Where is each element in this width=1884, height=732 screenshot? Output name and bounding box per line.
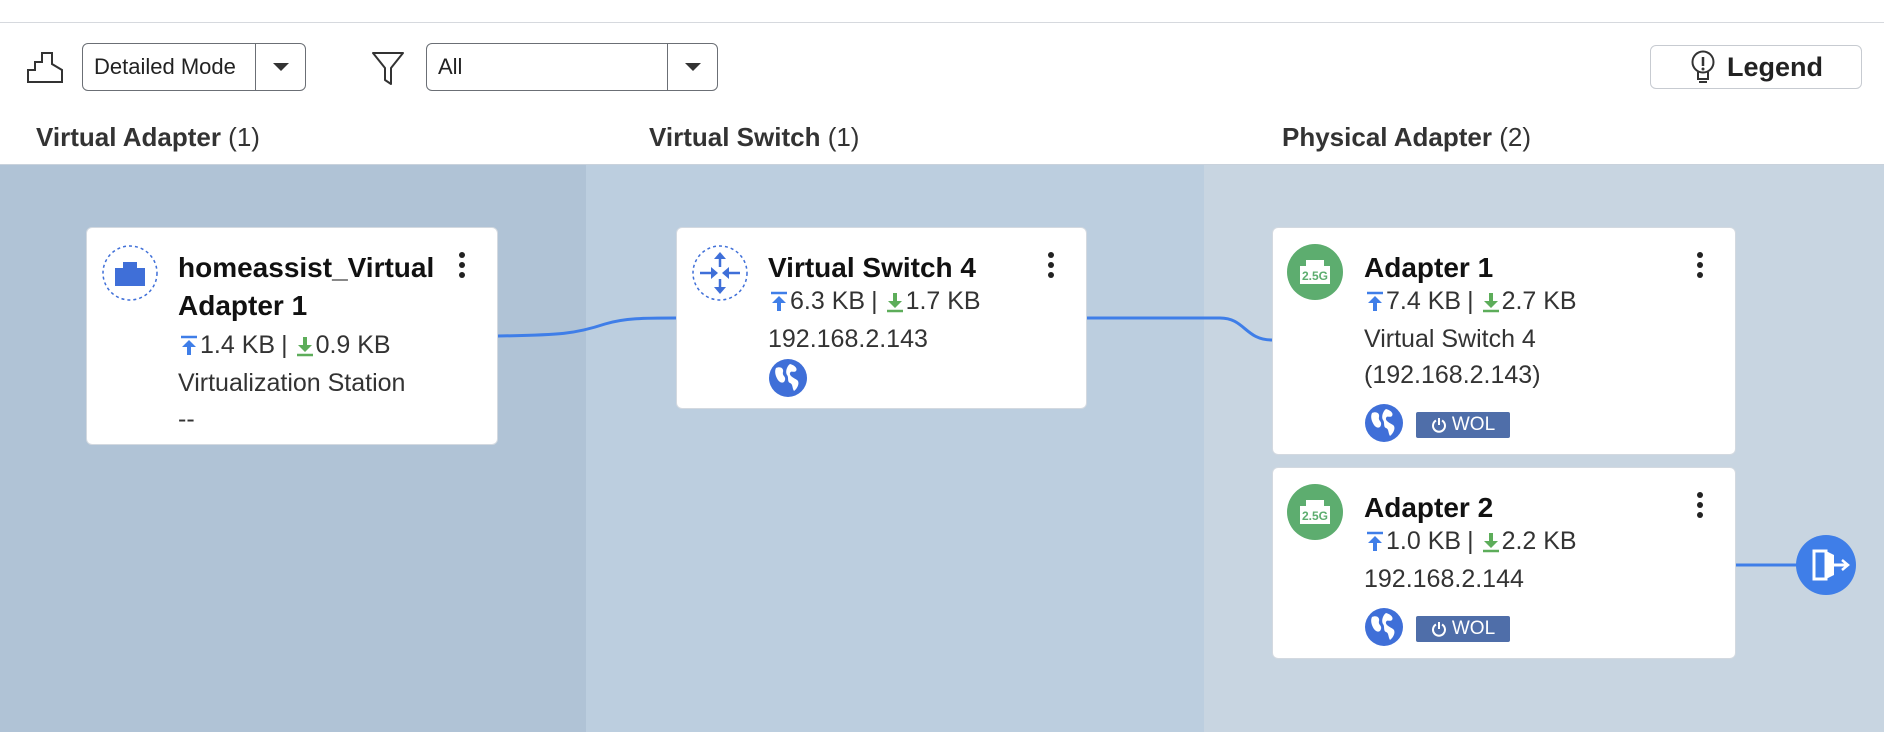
download-value: 1.7 KB xyxy=(905,287,981,315)
power-icon xyxy=(1431,621,1447,637)
globe-icon[interactable] xyxy=(768,358,808,398)
power-icon xyxy=(1431,417,1447,433)
ip-address: -- xyxy=(178,405,195,433)
wol-button[interactable]: WOL xyxy=(1416,616,1510,642)
download-value: 2.2 KB xyxy=(1501,527,1577,555)
download-arrow-icon xyxy=(294,335,316,357)
wol-button[interactable]: WOL xyxy=(1416,412,1510,438)
upload-value: 1.4 KB xyxy=(200,331,276,359)
traffic-stats: 7.4 KB | 2.7 KB xyxy=(1364,287,1577,316)
card-title: homeassist_Virtual Adapter 1 xyxy=(178,249,434,325)
card-title-line2: Adapter 1 xyxy=(178,290,308,321)
svg-text:2.5G: 2.5G xyxy=(1302,509,1328,523)
card-title: Virtual Switch 4 xyxy=(768,252,976,283)
wol-label: WOL xyxy=(1451,618,1496,639)
host-name: Virtualization Station xyxy=(178,369,406,397)
external-port-icon[interactable] xyxy=(1796,535,1856,595)
traffic-stats: 6.3 KB | 1.7 KB xyxy=(768,287,981,316)
separator: | xyxy=(281,331,288,359)
ethernet-port-icon: 2.5G xyxy=(1287,244,1343,300)
upload-value: 1.0 KB xyxy=(1386,527,1462,555)
wol-label: WOL xyxy=(1451,414,1496,435)
ip-address: 192.168.2.143 xyxy=(768,325,928,353)
card-title: Adapter 1 xyxy=(1364,252,1494,283)
separator: | xyxy=(871,287,878,315)
download-value: 2.7 KB xyxy=(1501,287,1577,315)
link-adapter-to-switch xyxy=(497,316,677,338)
upload-arrow-icon xyxy=(1364,291,1386,313)
more-vertical-icon[interactable] xyxy=(1046,252,1056,282)
upload-arrow-icon xyxy=(768,291,790,313)
download-arrow-icon xyxy=(1480,291,1502,313)
download-value: 0.9 KB xyxy=(315,331,391,359)
upload-arrow-icon xyxy=(178,335,200,357)
virtual-switch-card[interactable]: Virtual Switch 4 6.3 KB | 1.7 KB 192.168… xyxy=(676,227,1087,409)
upload-value: 6.3 KB xyxy=(790,287,866,315)
virtual-adapter-card[interactable]: homeassist_Virtual Adapter 1 1.4 KB | 0.… xyxy=(86,227,498,445)
globe-icon[interactable] xyxy=(1364,607,1404,647)
card-title: Adapter 2 xyxy=(1364,492,1494,523)
download-arrow-icon xyxy=(884,291,906,313)
card-title-line1: homeassist_Virtual xyxy=(178,252,435,283)
ethernet-port-icon: 2.5G xyxy=(1287,484,1343,540)
link-switch-to-adapter1 xyxy=(1087,316,1273,342)
traffic-stats: 1.4 KB | 0.9 KB xyxy=(178,331,391,360)
connected-switch-ip: (192.168.2.143) xyxy=(1364,361,1541,389)
connected-switch: Virtual Switch 4 xyxy=(1364,325,1536,353)
download-arrow-icon xyxy=(1480,531,1502,553)
separator: | xyxy=(1467,287,1474,315)
svg-text:2.5G: 2.5G xyxy=(1302,269,1328,283)
upload-value: 7.4 KB xyxy=(1386,287,1462,315)
virtual-switch-icon xyxy=(691,244,749,302)
more-vertical-icon[interactable] xyxy=(457,252,467,282)
separator: | xyxy=(1467,527,1474,555)
virtual-adapter-icon xyxy=(101,244,159,302)
ip-address: 192.168.2.144 xyxy=(1364,565,1524,593)
more-vertical-icon[interactable] xyxy=(1695,252,1705,282)
more-vertical-icon[interactable] xyxy=(1695,492,1705,522)
upload-arrow-icon xyxy=(1364,531,1386,553)
traffic-stats: 1.0 KB | 2.2 KB xyxy=(1364,527,1577,556)
globe-icon[interactable] xyxy=(1364,403,1404,443)
